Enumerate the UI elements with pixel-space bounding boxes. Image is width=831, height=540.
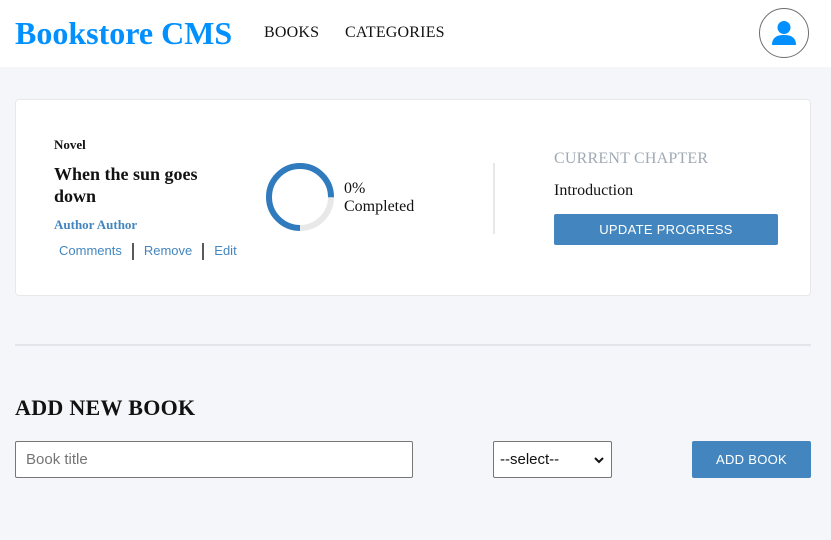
action-divider xyxy=(202,242,205,260)
category-select[interactable]: --select-- xyxy=(493,441,612,478)
nav-link-books[interactable]: BOOKS xyxy=(264,23,319,43)
user-profile-button[interactable] xyxy=(759,8,809,58)
current-chapter-heading: CURRENT CHAPTER xyxy=(554,150,709,167)
book-actions: Comments Remove Edit xyxy=(59,241,237,261)
book-author: Author Author xyxy=(54,217,138,232)
user-icon xyxy=(772,21,796,45)
chevron-down-icon xyxy=(594,456,604,463)
book-genre: Novel xyxy=(54,137,86,152)
current-chapter-name: Introduction xyxy=(554,182,634,199)
progress-label: Completed xyxy=(344,198,415,215)
action-divider xyxy=(131,242,134,260)
brand-logo[interactable]: Bookstore CMS xyxy=(15,13,232,53)
navbar: Bookstore CMS BOOKS CATEGORIES xyxy=(0,0,831,67)
progress-percent: 0% xyxy=(344,180,366,197)
card-divider xyxy=(493,163,495,234)
nav-link-categories[interactable]: CATEGORIES xyxy=(345,23,445,43)
remove-button[interactable]: Remove xyxy=(144,241,192,261)
progress-ring xyxy=(265,162,335,232)
update-progress-button[interactable]: UPDATE PROGRESS xyxy=(554,214,778,245)
book-title: When the sun goes down xyxy=(54,164,198,206)
book-card: Novel When the sun goes down Author Auth… xyxy=(15,99,811,296)
section-divider xyxy=(15,344,811,346)
add-book-button[interactable]: ADD BOOK xyxy=(692,441,811,478)
edit-button[interactable]: Edit xyxy=(214,241,236,261)
category-select-value: --select-- xyxy=(500,451,560,468)
book-title-input[interactable] xyxy=(15,441,413,478)
add-book-heading: ADD NEW BOOK xyxy=(15,395,196,420)
comments-button[interactable]: Comments xyxy=(59,241,122,261)
